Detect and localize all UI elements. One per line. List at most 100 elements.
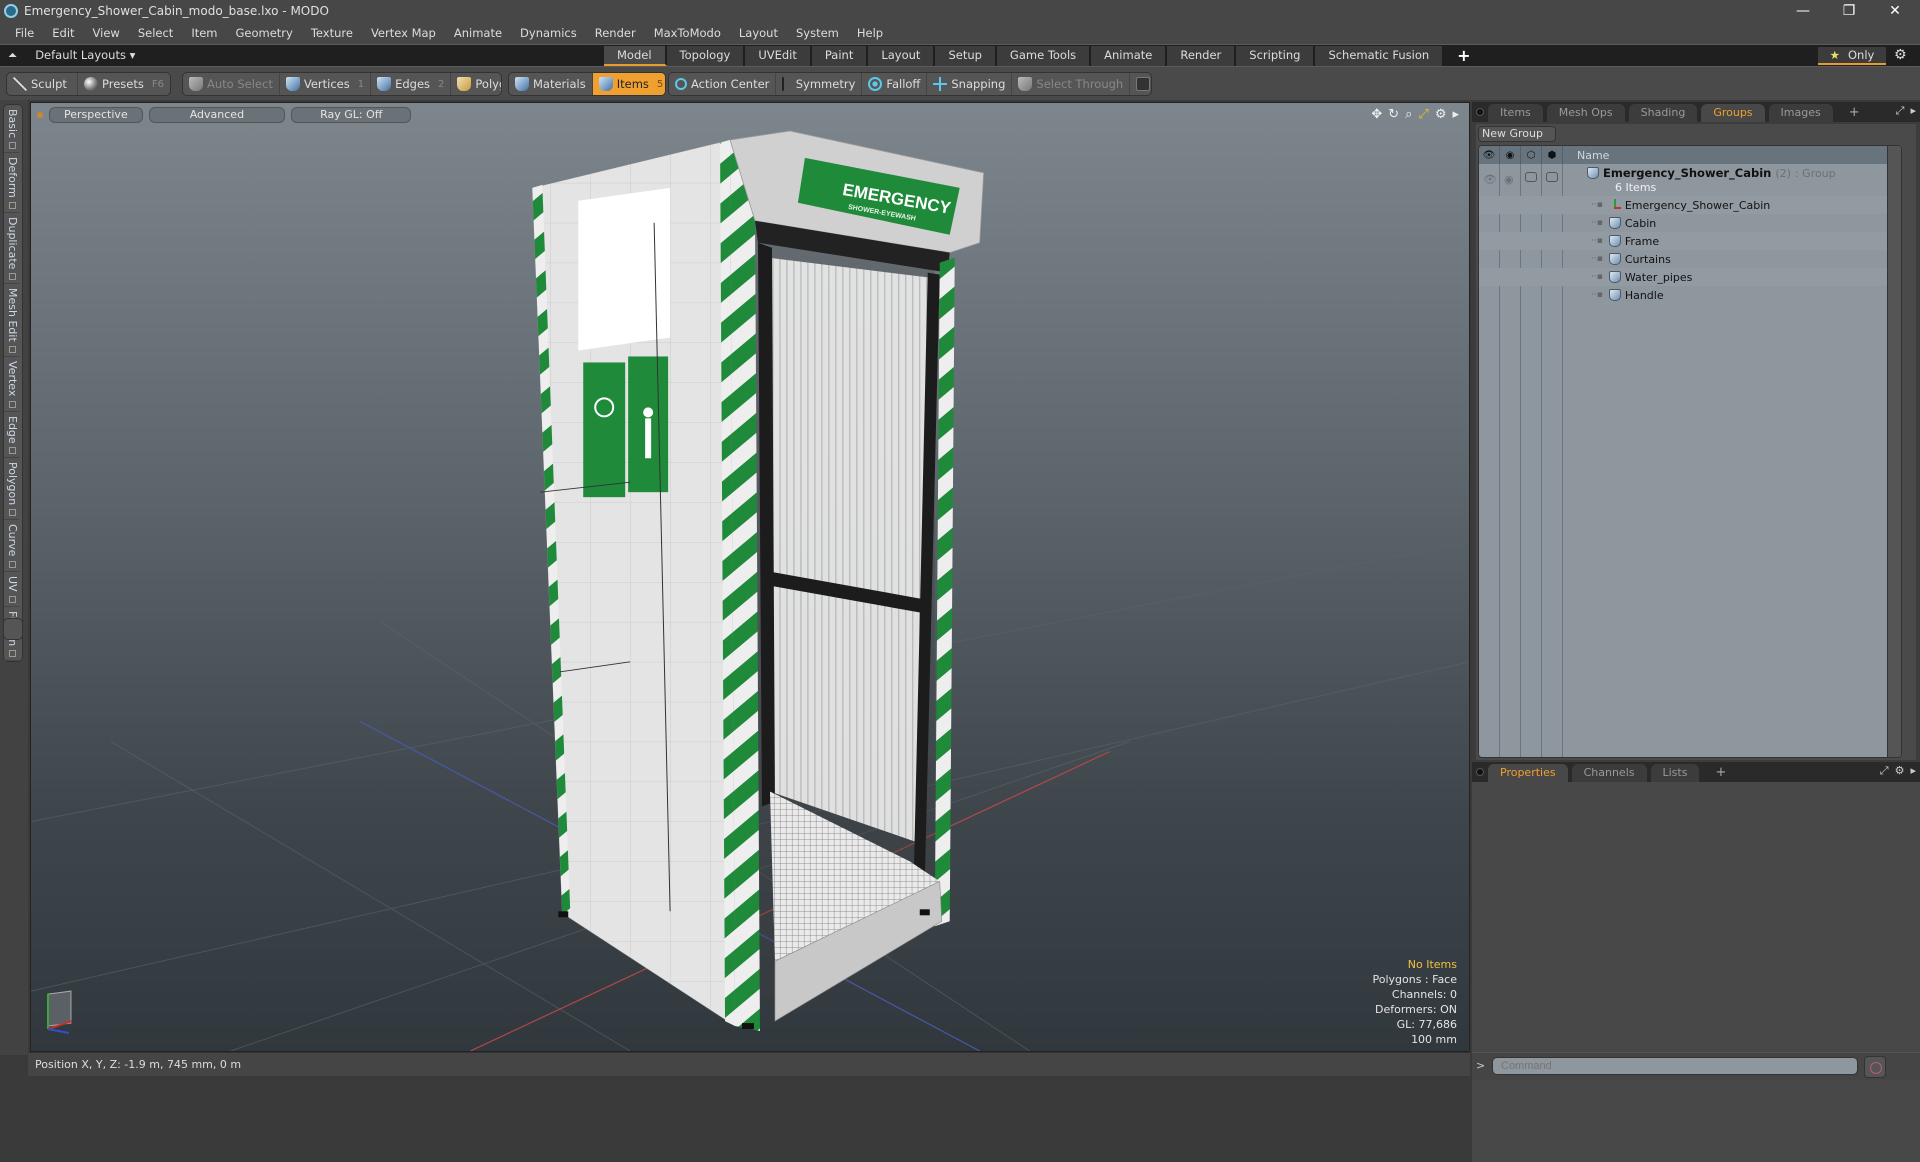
properties-maximize-icon[interactable]: ⤢ — [1880, 764, 1889, 778]
vtab-deform[interactable]: Deform — [4, 153, 19, 214]
tab-channels[interactable]: Channels — [1571, 764, 1647, 782]
vtab-uv[interactable]: UV — [4, 572, 19, 607]
expand-arrow-icon[interactable]: ▸ — [1452, 107, 1459, 122]
visibility-column-icon[interactable]: 👁 — [1479, 146, 1500, 164]
panel-maximize-icon[interactable]: ⤢ — [1896, 104, 1905, 118]
command-input[interactable] — [1492, 1057, 1858, 1075]
vtab-vertex[interactable]: Vertex — [4, 357, 19, 412]
select-column-icon[interactable]: ⬢ — [1542, 146, 1563, 164]
tab-schematic-fusion[interactable]: Schematic Fusion — [1315, 46, 1445, 66]
tab-model[interactable]: Model — [604, 46, 667, 66]
list-item[interactable]: ··▪ Handle — [1479, 286, 1901, 304]
presets-button[interactable]: Presets F6 — [78, 73, 170, 95]
menu-render[interactable]: Render — [586, 26, 645, 40]
polygons-button[interactable]: Polygons — [451, 73, 501, 95]
add-panel-tab-button[interactable]: + — [1837, 104, 1872, 122]
menu-dynamics[interactable]: Dynamics — [511, 26, 586, 40]
gear-icon[interactable]: ⚙ — [1894, 47, 1907, 63]
default-layouts-dropdown[interactable]: Default Layouts ▾ — [35, 48, 135, 63]
vtab-mesh-edit[interactable]: Mesh Edit — [4, 284, 19, 358]
tab-render[interactable]: Render — [1167, 46, 1237, 66]
view-mode-button[interactable]: Perspective — [49, 107, 143, 123]
menu-edit[interactable]: Edit — [43, 26, 83, 40]
new-group-button[interactable]: New Group — [1478, 126, 1556, 142]
sculpt-button[interactable]: Sculpt — [7, 73, 79, 95]
rotate-icon[interactable]: ↻ — [1388, 107, 1399, 122]
add-tab-button[interactable]: + — [1444, 46, 1483, 66]
render-column-icon[interactable]: ◉ — [1500, 146, 1521, 164]
layout-up-icon[interactable]: ⏶ — [8, 48, 17, 63]
list-item[interactable]: ··▪ Curtains — [1479, 250, 1901, 268]
raygl-button[interactable]: Ray GL: Off — [291, 107, 412, 123]
add-properties-tab-button[interactable]: + — [1703, 764, 1738, 782]
panel-menu-dot[interactable] — [1476, 108, 1484, 116]
materials-button[interactable]: Materials — [509, 73, 593, 95]
menu-texture[interactable]: Texture — [302, 26, 362, 40]
menu-system[interactable]: System — [787, 26, 848, 40]
group-lock-checkbox[interactable] — [1525, 172, 1537, 182]
workplane-button[interactable]: WorkPlane — [1130, 73, 1151, 95]
menu-geometry[interactable]: Geometry — [227, 26, 302, 40]
list-item[interactable]: ··▪ Emergency_Shower_Cabin — [1479, 196, 1901, 214]
list-item[interactable]: ··▪ Frame — [1479, 232, 1901, 250]
viewport-gear-icon[interactable]: ⚙ — [1435, 107, 1447, 122]
record-macro-button[interactable] — [1864, 1056, 1886, 1078]
vertices-button[interactable]: Vertices 1 — [280, 73, 372, 95]
menu-select[interactable]: Select — [129, 26, 182, 40]
restore-button[interactable]: ❐ — [1826, 0, 1872, 22]
menu-help[interactable]: Help — [848, 26, 892, 40]
vtab-basic[interactable]: Basic — [4, 105, 19, 154]
tab-animate[interactable]: Animate — [1091, 46, 1168, 66]
symmetry-button[interactable]: Symmetry — [776, 73, 863, 95]
menu-animate[interactable]: Animate — [445, 26, 511, 40]
vtab-curve[interactable]: Curve — [4, 520, 19, 572]
group-render-icon[interactable]: ◉ — [1504, 173, 1514, 186]
auto-select-button[interactable]: Auto Select — [183, 73, 280, 95]
close-button[interactable]: ✕ — [1872, 0, 1918, 22]
tab-scripting[interactable]: Scripting — [1236, 46, 1316, 66]
tab-topology[interactable]: Topology — [666, 46, 746, 66]
items-button[interactable]: Items 5 — [592, 73, 665, 95]
menu-view[interactable]: View — [84, 26, 129, 40]
name-column-header[interactable]: Name — [1563, 149, 1609, 162]
3d-viewport[interactable]: Perspective Advanced Ray GL: Off ✥ ↻ ⌕ ⤢… — [30, 102, 1470, 1052]
tree-scrollbar[interactable] — [1887, 146, 1901, 757]
tab-shading[interactable]: Shading — [1628, 104, 1698, 122]
snapping-button[interactable]: Snapping — [927, 73, 1013, 95]
tab-lists[interactable]: Lists — [1650, 764, 1700, 782]
edges-button[interactable]: Edges 2 — [371, 73, 452, 95]
tab-mesh-ops[interactable]: Mesh Ops — [1546, 104, 1625, 122]
action-center-button[interactable]: Action Center — [669, 73, 777, 95]
panel-arrow-icon[interactable]: ▸ — [1910, 104, 1916, 118]
list-item[interactable]: ··▪ Cabin — [1479, 214, 1901, 232]
pan-icon[interactable]: ✥ — [1371, 107, 1382, 122]
tab-paint[interactable]: Paint — [811, 46, 869, 66]
properties-arrow-icon[interactable]: ▸ — [1910, 764, 1916, 778]
menu-file[interactable]: File — [6, 26, 43, 40]
vtab-duplicate[interactable]: Duplicate — [4, 213, 19, 285]
zoom-icon[interactable]: ⌕ — [1405, 107, 1412, 122]
group-select-checkbox[interactable] — [1546, 172, 1558, 182]
tab-images[interactable]: Images — [1768, 104, 1833, 122]
vtab-polygon[interactable]: Polygon — [4, 458, 19, 521]
tab-properties[interactable]: Properties — [1488, 764, 1568, 782]
tab-layout[interactable]: Layout — [868, 46, 936, 66]
menu-vertex-map[interactable]: Vertex Map — [362, 26, 445, 40]
select-through-button[interactable]: Select Through — [1012, 73, 1131, 95]
tab-groups[interactable]: Groups — [1701, 104, 1765, 122]
group-visibility-icon[interactable]: 👁 — [1483, 173, 1497, 186]
falloff-button[interactable]: Falloff — [862, 73, 928, 95]
tab-items[interactable]: Items — [1488, 104, 1543, 122]
tab-setup[interactable]: Setup — [935, 46, 997, 66]
list-item[interactable]: ··▪ Water_pipes — [1479, 268, 1901, 286]
vtab-edge[interactable]: Edge — [4, 412, 19, 459]
shading-mode-button[interactable]: Advanced — [148, 107, 286, 123]
properties-menu-dot[interactable] — [1476, 768, 1484, 776]
minimize-button[interactable]: — — [1780, 0, 1826, 22]
palette-toggle-button[interactable] — [3, 618, 23, 640]
lock-column-icon[interactable]: ⬡ — [1521, 146, 1542, 164]
menu-layout[interactable]: Layout — [730, 26, 787, 40]
only-button[interactable]: ★ Only — [1818, 47, 1886, 65]
maximize-icon[interactable]: ⤢ — [1418, 107, 1428, 122]
properties-gear-icon[interactable]: ⚙ — [1895, 764, 1905, 778]
